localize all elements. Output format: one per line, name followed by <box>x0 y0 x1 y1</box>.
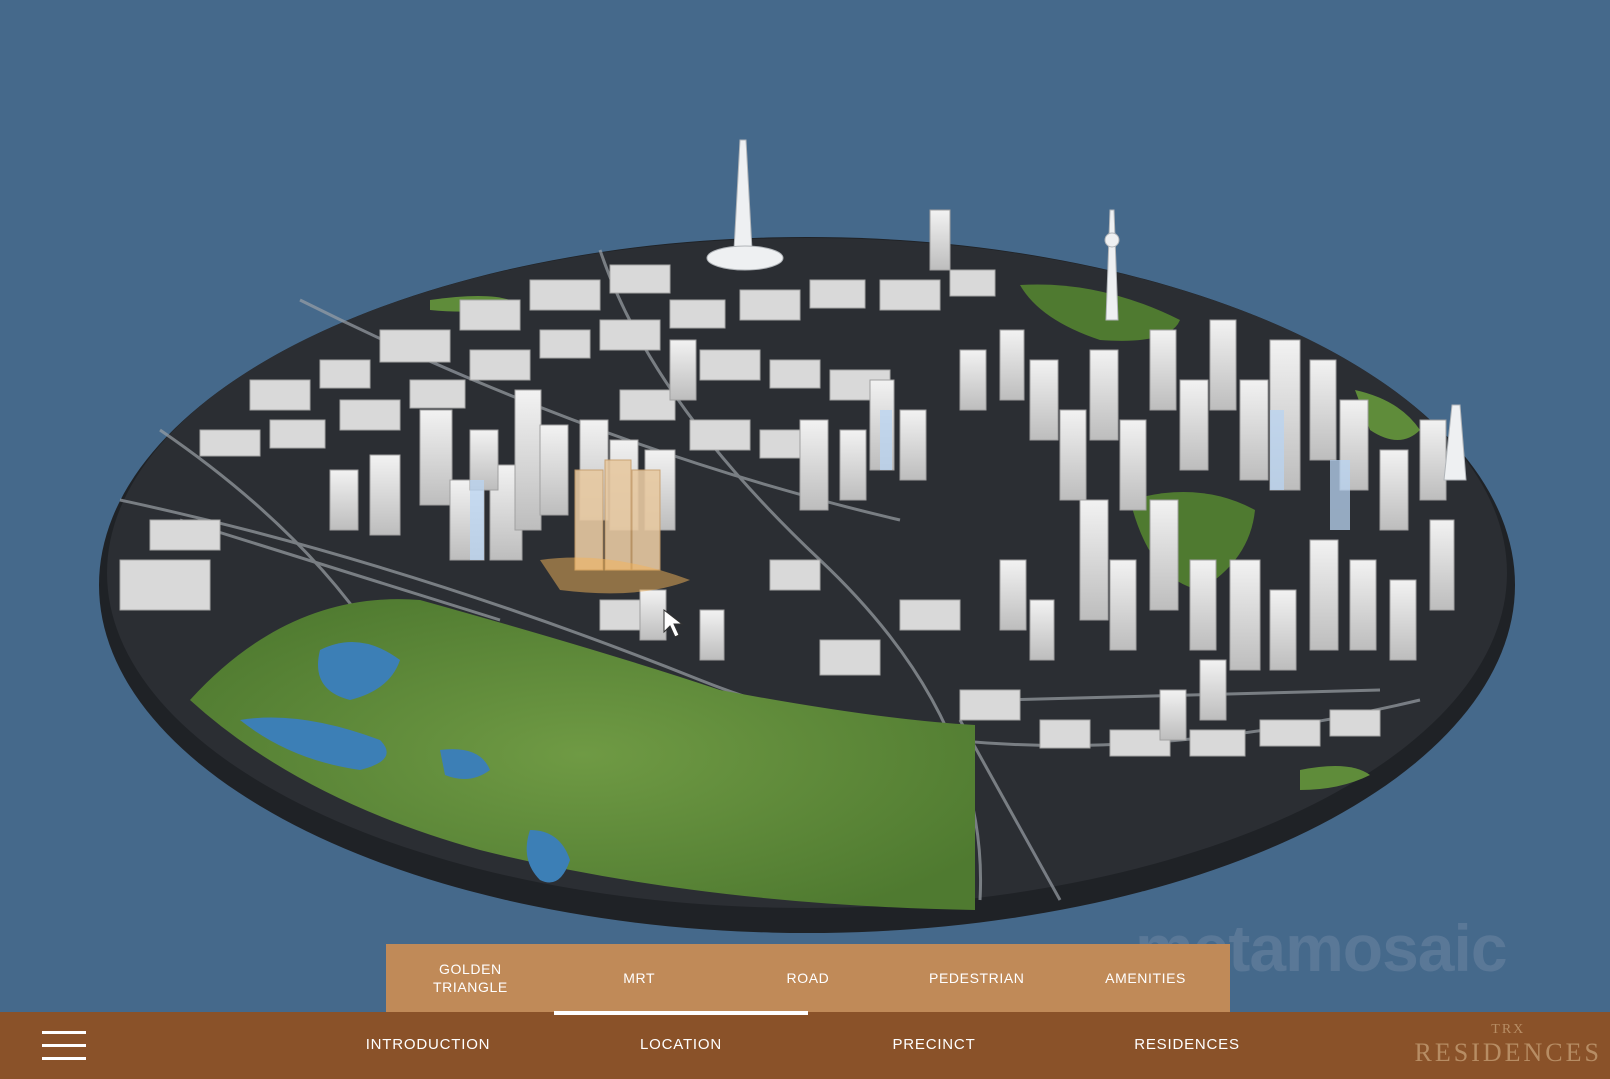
submenu-item-mrt[interactable]: MRT <box>564 969 714 987</box>
main-navigation-bar <box>0 1012 1610 1079</box>
submenu-item-road[interactable]: ROAD <box>733 969 883 987</box>
submenu-item-pedestrian[interactable]: PEDESTRIAN <box>902 969 1052 987</box>
sub-navigation-bar: GOLDEN TRIANGLE MRT ROAD PEDESTRIAN AMEN… <box>386 944 1230 1012</box>
hamburger-menu-icon[interactable] <box>42 1031 86 1061</box>
brand-line1: TRX <box>1491 1022 1526 1037</box>
brand-logo: TRX RESIDENCES <box>1415 1022 1602 1068</box>
highlighted-development <box>574 459 661 571</box>
nav-item-introduction[interactable]: INTRODUCTION <box>366 1036 491 1053</box>
submenu-item-amenities[interactable]: AMENITIES <box>1071 969 1221 987</box>
nav-item-residences[interactable]: RESIDENCES <box>1134 1036 1240 1053</box>
submenu-item-golden-triangle[interactable]: GOLDEN TRIANGLE <box>395 960 545 996</box>
nav-item-precinct[interactable]: PRECINCT <box>892 1036 975 1053</box>
nav-item-location[interactable]: LOCATION <box>640 1036 722 1053</box>
brand-line2: RESIDENCES <box>1414 1038 1602 1067</box>
active-tab-indicator <box>554 1011 808 1015</box>
